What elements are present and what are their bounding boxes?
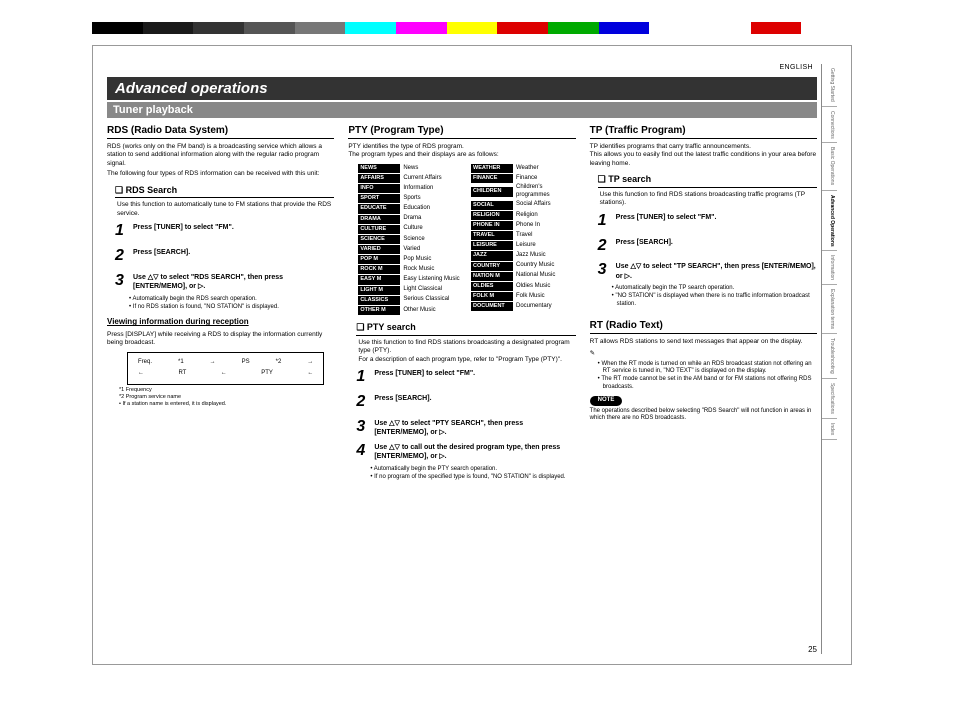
nav-item[interactable]: Basic Operations: [822, 143, 837, 190]
nav-item[interactable]: Information: [822, 251, 837, 285]
pty-row: LIGHT MLight Classical: [358, 286, 463, 295]
rt-heading: RT (Radio Text): [590, 319, 817, 334]
tp-search-heading: TP search: [598, 174, 817, 188]
body-text: Use this function to automatically tune …: [107, 201, 334, 218]
body-text: This allows you to easily find out the l…: [590, 151, 817, 168]
page-number: 25: [107, 639, 817, 654]
section-title: Tuner playback: [107, 102, 817, 118]
pty-row: LEISURELeisure: [471, 241, 576, 250]
pty-row: EDUCATEEducation: [358, 204, 463, 213]
pty-heading: PTY (Program Type): [348, 124, 575, 139]
pty-row: SCIENCEScience: [358, 235, 463, 244]
body-text: TP identifies programs that carry traffi…: [590, 143, 817, 151]
pty-row: CULTURECulture: [358, 225, 463, 234]
step: 2Press [SEARCH].: [598, 236, 817, 257]
pty-row: OLDIESOldies Music: [471, 282, 576, 291]
body-text: Press [DISPLAY] while receiving a RDS to…: [107, 331, 334, 348]
pty-row: NEWSNews: [358, 164, 463, 173]
step: 3Use △▽ to select "RDS SEARCH", then pre…: [115, 271, 334, 292]
note-text: The operations described below selecting…: [590, 408, 817, 424]
column-tp-rt: TP (Traffic Program) TP identifies progr…: [590, 124, 817, 482]
pty-row: PHONE INPhone In: [471, 221, 576, 230]
pty-row: FOLK MFolk Music: [471, 292, 576, 301]
body-text: Use this function to find RDS stations b…: [348, 339, 575, 356]
pty-row: JAZZJazz Music: [471, 251, 576, 260]
pty-row: DRAMADrama: [358, 215, 463, 224]
language-label: ENGLISH: [107, 64, 813, 71]
pty-search-heading: PTY search: [356, 322, 575, 336]
pty-row: INFOInformation: [358, 184, 463, 193]
rds-search-heading: RDS Search: [115, 185, 334, 199]
pty-row: FINANCEFinance: [471, 174, 576, 183]
pty-row: RELIGIONReligion: [471, 211, 576, 220]
nav-item[interactable]: Getting Started: [822, 64, 837, 107]
body-text: RT allows RDS stations to send text mess…: [590, 338, 817, 346]
pty-row: ROCK MRock Music: [358, 265, 463, 274]
pty-row: SPORTSports: [358, 194, 463, 203]
body-text: For a description of each program type, …: [348, 356, 575, 364]
column-rds: RDS (Radio Data System) RDS (works only …: [107, 124, 334, 482]
pencil-icon: ✎: [590, 350, 817, 358]
pty-row: NATION MNational Music: [471, 272, 576, 281]
flow-diagram: Freq.*1→PS*2→ ←RT←PTY←: [127, 352, 324, 386]
note-label: NOTE: [590, 396, 623, 406]
column-pty: PTY (Program Type) PTY identifies the ty…: [348, 124, 575, 482]
pty-row: CLASSICSSerious Classical: [358, 296, 463, 305]
side-nav: Getting StartedConnectionsBasic Operatio…: [821, 64, 837, 654]
pty-row: VARIEDVaried: [358, 245, 463, 254]
pty-row: POP MPop Music: [358, 255, 463, 264]
step: 1Press [TUNER] to select "FM".: [115, 221, 334, 242]
nav-item[interactable]: Troubleshooting: [822, 334, 837, 379]
tp-heading: TP (Traffic Program): [590, 124, 817, 139]
step: 1Press [TUNER] to select "FM".: [598, 211, 817, 232]
pty-row: OTHER MOther Music: [358, 306, 463, 315]
page-title: Advanced operations: [107, 77, 817, 100]
pty-row: CHILDRENChildren's programmes: [471, 184, 576, 200]
step: 2Press [SEARCH].: [356, 392, 575, 413]
viewing-heading: Viewing information during reception: [107, 317, 334, 327]
body-text: The program types and their displays are…: [348, 151, 575, 159]
pty-row: COUNTRYCountry Music: [471, 262, 576, 271]
body-text: The following four types of RDS informat…: [107, 170, 334, 178]
pty-row: DOCUMENTDocumentary: [471, 302, 576, 311]
nav-item[interactable]: Advanced Operations: [822, 191, 837, 252]
pty-row: WEATHERWeather: [471, 164, 576, 173]
nav-item[interactable]: Connections: [822, 107, 837, 144]
pty-row: AFFAIRSCurrent Affairs: [358, 174, 463, 183]
pty-row: SOCIALSocial Affairs: [471, 201, 576, 210]
step: 3Use △▽ to select "PTY SEARCH", then pre…: [356, 417, 575, 438]
step: 4Use △▽ to call out the desired program …: [356, 441, 575, 462]
step: 3Use △▽ to select "TP SEARCH", then pres…: [598, 260, 817, 281]
rds-heading: RDS (Radio Data System): [107, 124, 334, 139]
nav-item[interactable]: Explanation terms: [822, 285, 837, 334]
step: 1Press [TUNER] to select "FM".: [356, 367, 575, 388]
body-text: PTY identifies the type of RDS program.: [348, 143, 575, 151]
body-text: RDS (works only on the FM band) is a bro…: [107, 143, 334, 168]
pty-row: TRAVELTravel: [471, 231, 576, 240]
nav-item[interactable]: Specifications: [822, 379, 837, 419]
step: 2Press [SEARCH].: [115, 246, 334, 267]
body-text: Use this function to find RDS stations b…: [590, 191, 817, 208]
pty-row: EASY MEasy Listening Music: [358, 275, 463, 284]
nav-item[interactable]: Index: [822, 419, 837, 440]
